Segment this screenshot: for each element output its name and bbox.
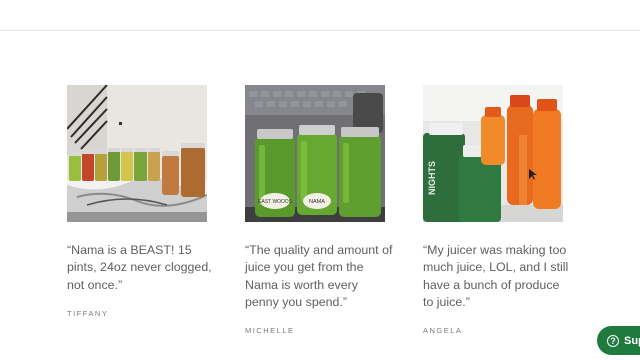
- support-button-label: Sup: [624, 334, 640, 347]
- testimonial-card: “Nama is a BEAST! 15 pints, 24oz never c…: [67, 85, 217, 318]
- top-bar: [0, 0, 640, 31]
- testimonial-quote: “Nama is a BEAST! 15 pints, 24oz never c…: [67, 243, 212, 292]
- testimonial-card: NIGHTS “My juicer was making too much ju…: [423, 85, 573, 335]
- testimonial-author: ANGELA: [423, 326, 463, 336]
- testimonials-section: “Nama is a BEAST! 15 pints, 24oz never c…: [0, 85, 640, 360]
- page: “Nama is a BEAST! 15 pints, 24oz never c…: [0, 0, 640, 360]
- svg-text:EAST WOODS: EAST WOODS: [258, 199, 292, 205]
- support-button[interactable]: ? Sup: [597, 326, 640, 355]
- testimonial-photo: [67, 85, 207, 222]
- testimonial-author: MICHELLE: [245, 326, 295, 336]
- svg-text:NAMA: NAMA: [309, 199, 325, 205]
- svg-text:NIGHTS: NIGHTS: [427, 161, 437, 195]
- testimonial-quote: “The quality and amount of juice you get…: [245, 243, 393, 309]
- testimonial-author: TIFFANY: [67, 308, 109, 318]
- testimonial-card: EAST WOODS NAMA “The quality and amount …: [245, 85, 395, 335]
- testimonial-quote: “My juicer was making too much juice, LO…: [423, 243, 569, 309]
- help-circle-icon: ?: [607, 334, 619, 347]
- testimonial-photo: NIGHTS: [423, 85, 563, 222]
- testimonial-photo: EAST WOODS NAMA: [245, 85, 385, 222]
